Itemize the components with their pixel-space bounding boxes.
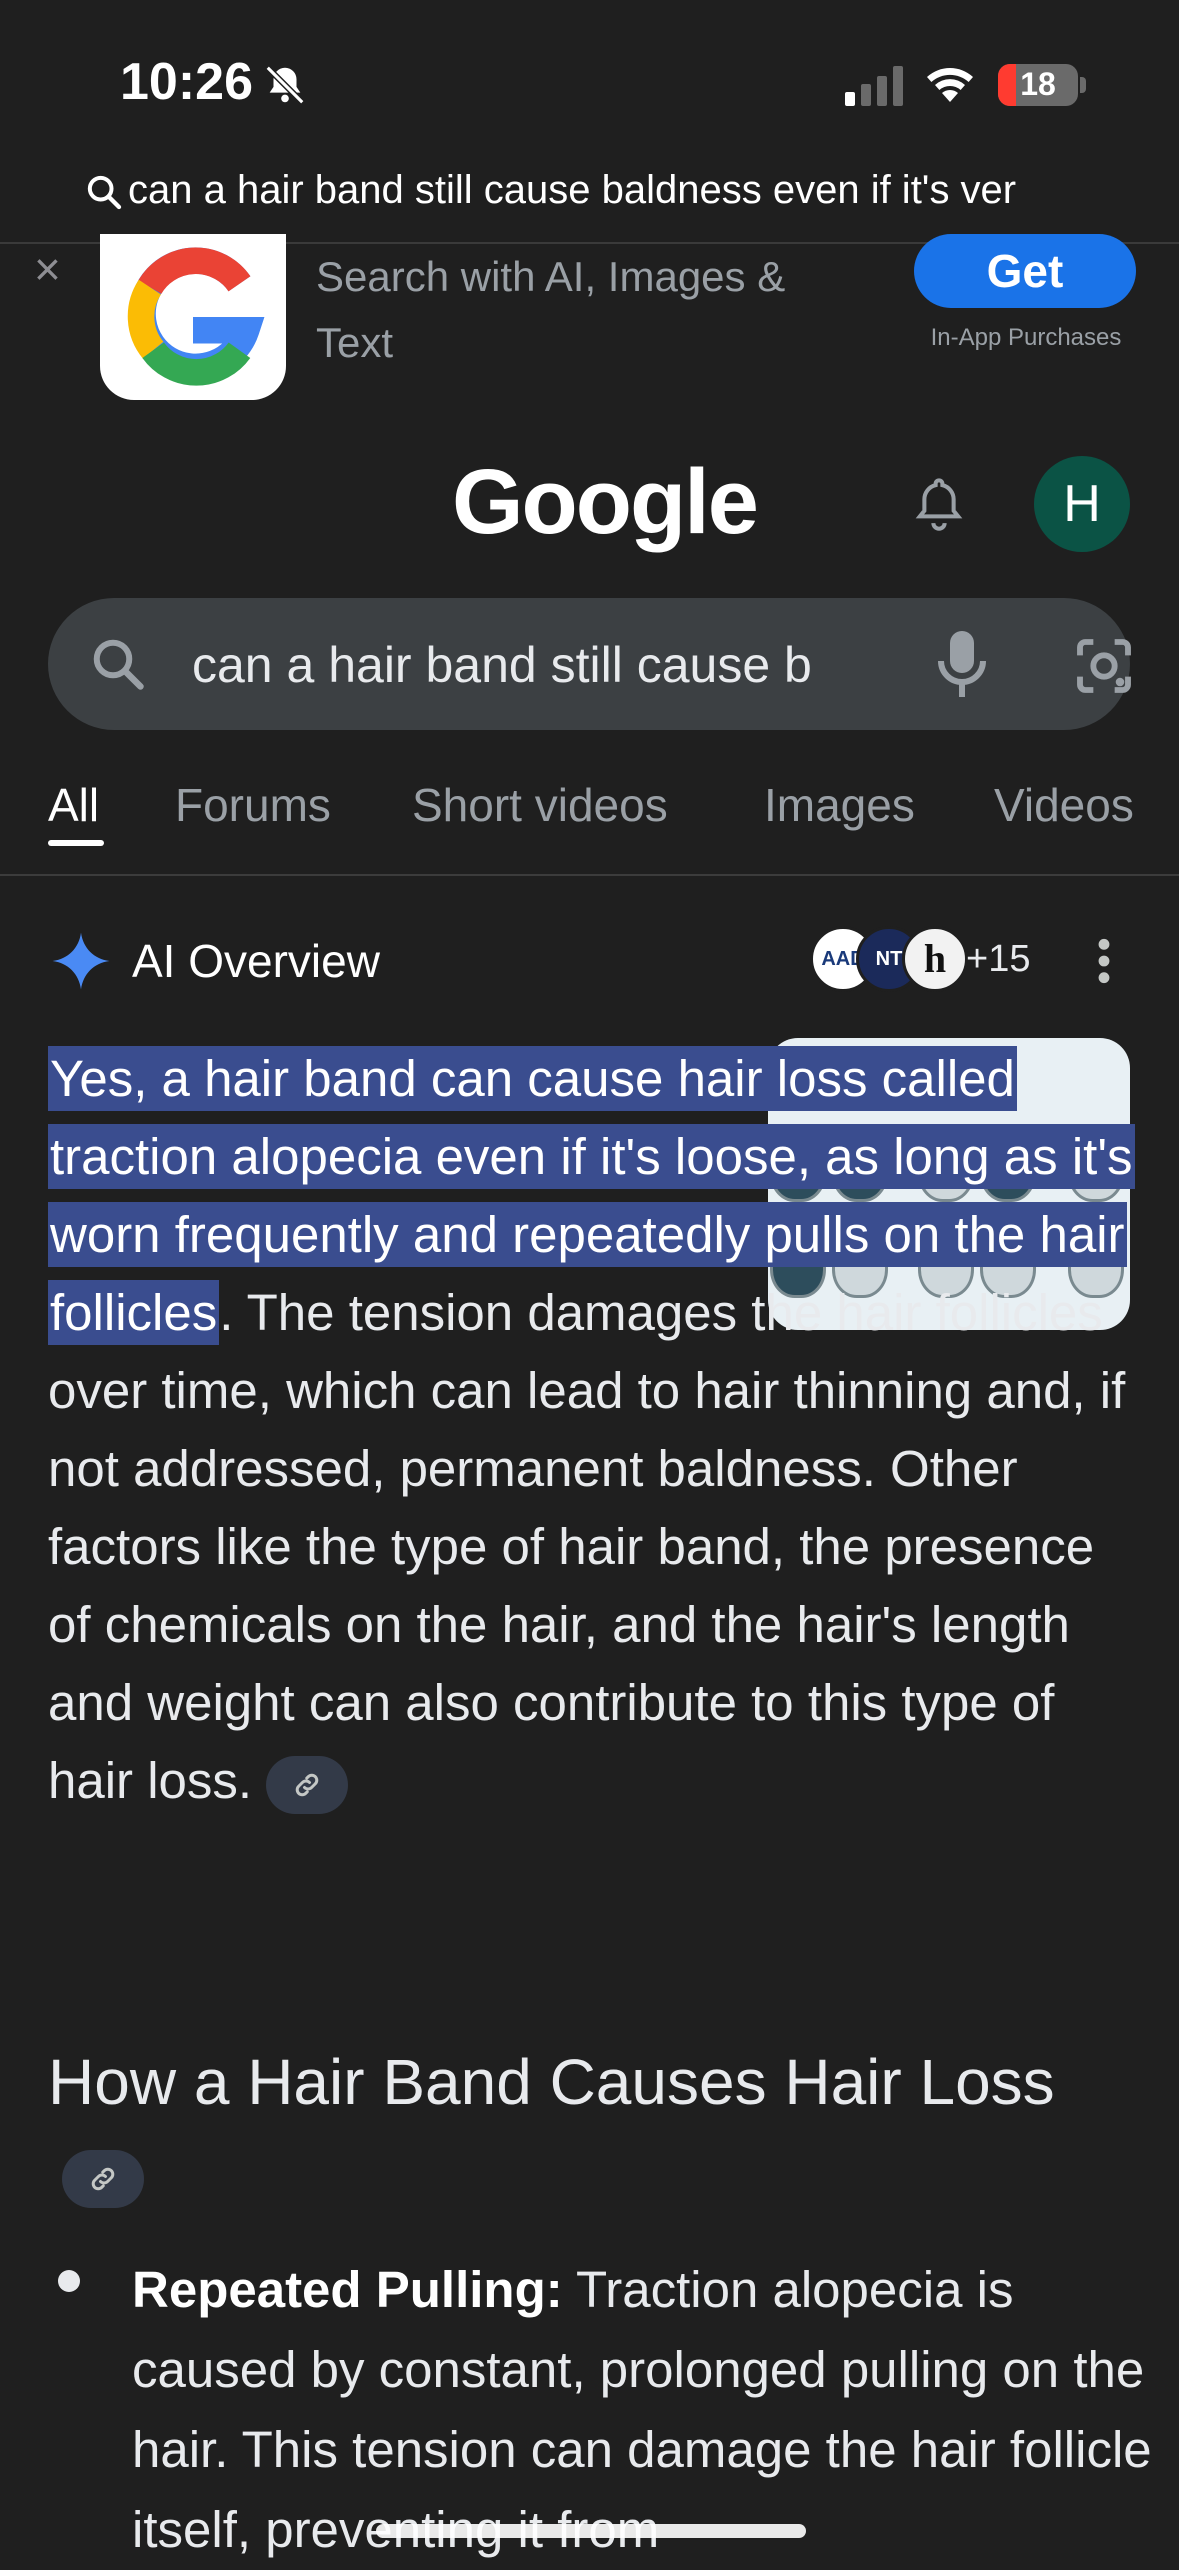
tab-all[interactable]: All [48, 778, 99, 832]
tab-images[interactable]: Images [764, 778, 915, 832]
google-logo[interactable]: Google [452, 450, 759, 555]
bullet-term: Repeated Pulling: [132, 2261, 563, 2318]
battery-indicator: 18 [998, 64, 1078, 106]
more-options-icon[interactable] [1092, 936, 1116, 986]
home-indicator[interactable] [376, 2524, 806, 2538]
search-icon [87, 175, 122, 210]
battery-level: 18 [1020, 66, 1056, 102]
section-link-chip[interactable] [62, 2150, 144, 2209]
wifi-icon [927, 68, 973, 102]
app-install-banner: × Search with AI, Images & Text Get In-A… [0, 234, 1179, 400]
tab-forums[interactable]: Forums [175, 778, 331, 832]
microphone-icon[interactable] [932, 628, 992, 700]
google-g-icon [127, 247, 265, 386]
battery-nub [1080, 77, 1086, 93]
tab-videos[interactable]: Videos [994, 778, 1134, 832]
url-text[interactable]: can a hair band still cause baldness eve… [128, 168, 1098, 213]
link-icon [91, 2167, 115, 2191]
banner-description: Search with AI, Images & Text [316, 253, 786, 366]
ai-overview-text: Yes, a hair band can cause hair loss cal… [48, 1040, 1138, 1820]
source-icons[interactable]: AAD NT h [810, 926, 970, 994]
tab-short-videos[interactable]: Short videos [412, 778, 668, 832]
active-tab-indicator [48, 840, 104, 846]
get-app-button[interactable]: Get [914, 234, 1136, 308]
bullet-dot [58, 2270, 80, 2292]
search-input[interactable]: can a hair band still cause b [192, 636, 892, 694]
ai-overview-title: AI Overview [132, 935, 380, 987]
bell-off-icon [265, 65, 305, 105]
ai-overview-header: AI Overview AAD NT h +15 [0, 920, 1179, 1000]
in-app-purchases-label: In-App Purchases [930, 324, 1122, 351]
cellular-signal-icon [845, 66, 903, 106]
notifications-bell-icon[interactable] [912, 474, 966, 534]
section-heading: How a Hair Band Causes Hair Loss [48, 2036, 1138, 2220]
source-icon-h[interactable]: h [902, 926, 968, 992]
url-bar[interactable]: can a hair band still cause baldness eve… [0, 160, 1179, 244]
section-heading-text: How a Hair Band Causes Hair Loss [48, 2046, 1055, 2118]
source-link-chip[interactable] [266, 1755, 349, 1814]
list-item: Repeated Pulling: Traction alopecia is c… [132, 2250, 1152, 2570]
search-text-fade [808, 618, 898, 710]
search-icon [93, 639, 144, 690]
more-sources-count[interactable]: +15 [966, 938, 1030, 981]
google-app-logo [100, 234, 286, 400]
google-lens-icon[interactable] [1072, 634, 1136, 698]
status-bar: 10:26 18 [0, 0, 1179, 160]
search-tabs: All Forums Short videos Images Videos [0, 760, 1179, 876]
ai-overview-body: . The tension damages the hair follicles… [48, 1284, 1126, 1809]
link-icon [295, 1773, 319, 1796]
account-avatar[interactable]: H [1034, 456, 1130, 552]
status-time: 10:26 [120, 53, 253, 111]
close-icon[interactable]: × [34, 246, 76, 292]
search-box[interactable]: can a hair band still cause b [48, 598, 1131, 730]
ai-sparkle-icon [52, 932, 110, 990]
